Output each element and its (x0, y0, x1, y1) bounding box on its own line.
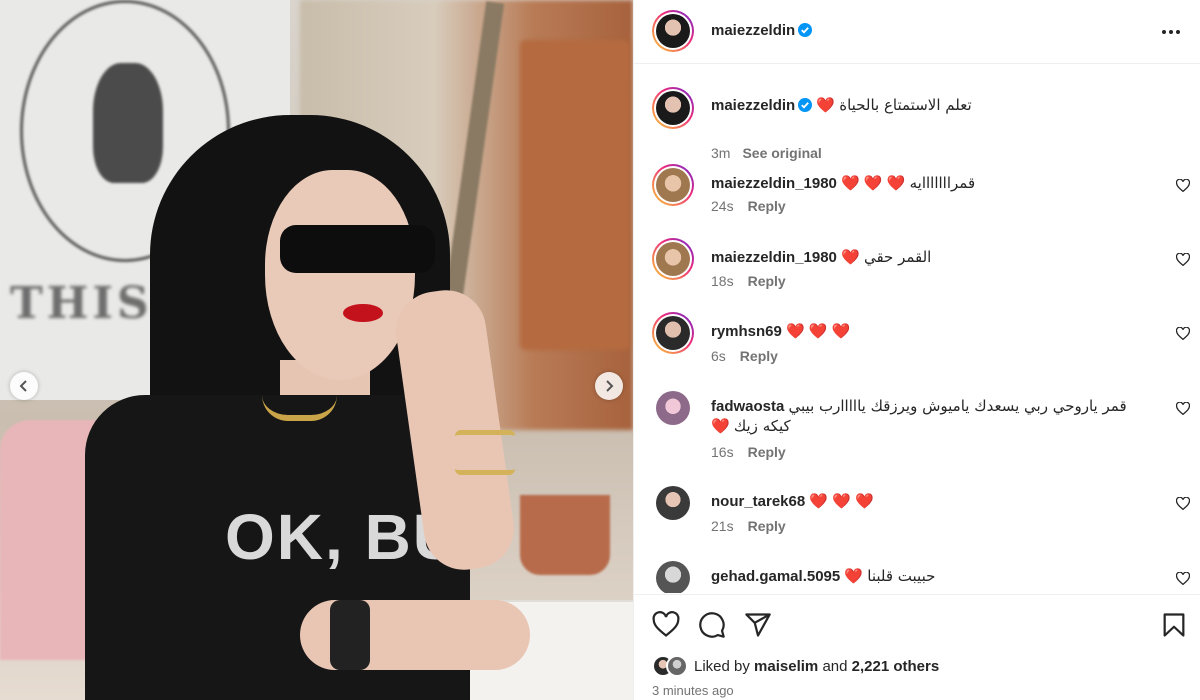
heart-outline-icon (1176, 252, 1190, 266)
carousel-next-button[interactable] (595, 372, 623, 400)
comment-username[interactable]: maiezzeldin_1980 (711, 175, 837, 192)
comment-text: القمر حقي (863, 248, 932, 266)
comment-text: قمرااااااايه (909, 174, 976, 192)
more-horizontal-icon (1162, 30, 1180, 34)
heart-emoji: ❤️ (816, 97, 836, 114)
comment-username[interactable]: nour_tarek68 (711, 493, 805, 510)
heart-emoji: ❤️ ❤️ ❤️ (841, 175, 906, 192)
see-original-button[interactable]: See original (742, 145, 821, 161)
comment-time: 6s (711, 348, 726, 364)
comment-like-button[interactable] (1174, 176, 1192, 194)
heart-outline-icon (1176, 571, 1190, 585)
post-header: maiezzeldin (634, 0, 1200, 64)
reply-button[interactable]: Reply (748, 444, 786, 460)
share-button[interactable] (744, 611, 772, 639)
heart-emoji: ❤️ (844, 568, 864, 585)
author-avatar[interactable] (652, 10, 694, 52)
heart-outline-icon (1176, 401, 1190, 415)
commenter-avatar[interactable] (652, 238, 694, 280)
heart-emoji: ❤️ ❤️ ❤️ (786, 323, 851, 340)
comment-username[interactable]: maiezzeldin_1980 (711, 249, 837, 266)
bookmark-icon (1163, 613, 1185, 637)
comments-list[interactable]: maiezzeldin ❤️ تعلم الاستمتاع بالحياة 3m… (634, 65, 1200, 593)
reply-button[interactable]: Reply (748, 518, 786, 534)
comment-like-button[interactable] (1174, 494, 1192, 512)
comment-time: 18s (711, 273, 734, 289)
post-sidebar: maiezzeldin maiezzeldin ❤️ تعلم الاستمتا… (633, 0, 1200, 700)
sunglasses (280, 225, 435, 273)
comment-like-button[interactable] (1174, 250, 1192, 268)
heart-icon (652, 611, 680, 637)
subject-lips (343, 304, 383, 322)
comment-like-button[interactable] (1174, 399, 1192, 417)
post-timestamp: 3 minutes ago (652, 683, 734, 698)
background-menu-board (520, 40, 630, 350)
heart-emoji: ❤️ (711, 418, 730, 435)
background-plant-pot (520, 495, 610, 575)
heart-emoji: ❤️ ❤️ ❤️ (809, 493, 874, 510)
comment-username[interactable]: fadwaosta (711, 398, 784, 415)
comment-username[interactable]: gehad.gamal.5095 (711, 568, 840, 585)
caption-username[interactable]: maiezzeldin (711, 97, 795, 114)
caption-time: 3m (711, 145, 731, 161)
commenter-avatar[interactable] (652, 482, 694, 524)
commenter-avatar[interactable] (652, 387, 694, 429)
comment-time: 16s (711, 444, 734, 460)
comment-like-button[interactable] (1174, 324, 1192, 342)
post-photo[interactable]: THIS W OK, BUT (0, 0, 633, 700)
comment-button[interactable] (698, 611, 726, 639)
comment-time: 21s (711, 518, 734, 534)
comment-username[interactable]: rymhsn69 (711, 323, 782, 340)
reply-button[interactable]: Reply (748, 198, 786, 214)
heart-outline-icon (1176, 496, 1190, 510)
commenter-avatar[interactable] (652, 557, 694, 593)
verified-badge-icon (798, 98, 813, 112)
likes-prefix: Liked by (694, 657, 750, 675)
author-username[interactable]: maiezzeldin (711, 22, 813, 39)
post-actions-bar (634, 594, 1200, 652)
liker-avatar (666, 655, 688, 677)
reply-button[interactable]: Reply (748, 273, 786, 289)
like-button[interactable] (652, 611, 680, 639)
commenter-avatar[interactable] (652, 312, 694, 354)
comment-text-line-2: كيكه زيك (733, 417, 791, 435)
wristwatch (330, 600, 370, 670)
more-options-button[interactable] (1159, 20, 1183, 44)
likes-summary[interactable]: Liked by maiselim and 2,221 others (652, 655, 939, 677)
reply-button[interactable]: Reply (740, 348, 778, 364)
chevron-left-icon (19, 380, 27, 392)
chevron-right-icon (606, 380, 614, 392)
comment-text: حبيبت قلبنا (867, 567, 936, 585)
heart-outline-icon (1176, 326, 1190, 340)
caption-text: تعلم الاستمتاع بالحياة (839, 96, 972, 114)
heart-outline-icon (1176, 178, 1190, 192)
carousel-prev-button[interactable] (10, 372, 38, 400)
comment-icon (699, 612, 725, 638)
bracelets (455, 430, 515, 475)
comment-text: قمر ياروحي ربي يسعدك ياميوش ويرزقك ياااا… (788, 397, 1127, 415)
likes-others[interactable]: 2,221 others (852, 658, 940, 675)
save-button[interactable] (1160, 611, 1188, 639)
heart-emoji: ❤️ (841, 249, 860, 266)
likes-and: and (822, 657, 848, 675)
share-icon (745, 613, 771, 637)
liker-username[interactable]: maiselim (754, 658, 818, 675)
comment-like-button[interactable] (1174, 569, 1192, 587)
comment-time: 24s (711, 198, 734, 214)
caption-avatar[interactable] (652, 87, 694, 129)
verified-badge-icon (798, 23, 813, 37)
commenter-avatar[interactable] (652, 164, 694, 206)
subject-face (265, 170, 415, 380)
